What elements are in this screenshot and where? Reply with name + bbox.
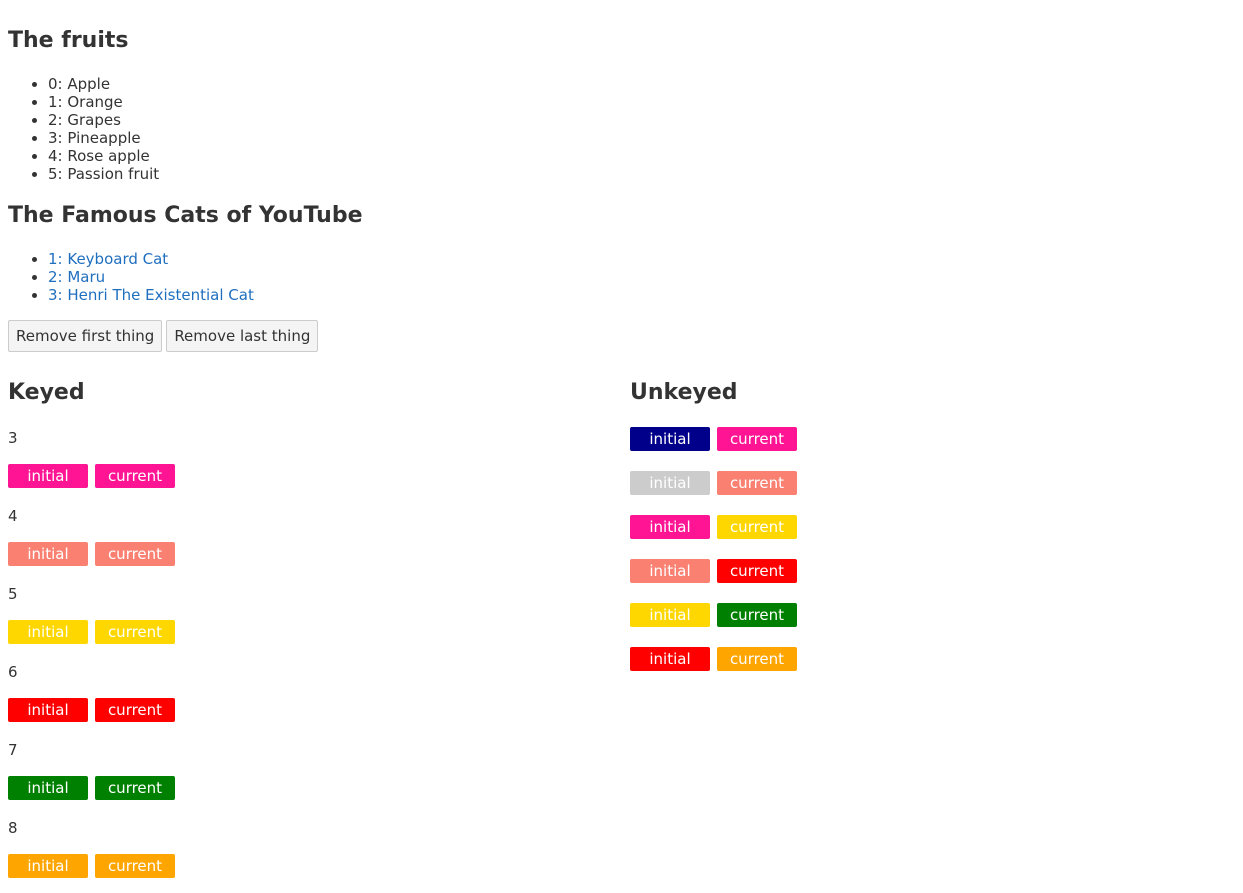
initial-chip: initial [630,647,710,671]
keyed-item: 5 initial current [8,585,608,644]
unkeyed-heading: Unkeyed [630,380,738,405]
initial-chip: initial [8,464,88,488]
cat-list-item: 1: Keyboard Cat [48,250,254,268]
color-chip-row: initial current [8,776,608,800]
initial-chip: initial [630,603,710,627]
keyed-item: 3 initial current [8,429,608,488]
keyed-item: 4 initial current [8,507,608,566]
keyed-item-id: 8 [8,819,18,837]
fruit-list-item: 3: Pineapple [48,129,159,147]
action-buttons: Remove first thing Remove last thing [8,320,319,352]
keyed-item-id: 3 [8,429,18,447]
cat-link[interactable]: 2: Maru [48,268,105,286]
color-chip-row: initial current [630,515,1230,539]
fruit-list-item: 0: Apple [48,75,159,93]
initial-chip: initial [8,776,88,800]
keyed-item: 7 initial current [8,741,608,800]
fruit-list-item: 4: Rose apple [48,147,159,165]
color-chip-row: initial current [630,603,1230,627]
remove-last-button[interactable]: Remove last thing [166,320,319,352]
cat-list-item: 3: Henri The Existential Cat [48,286,254,304]
cats-heading: The Famous Cats of YouTube [8,203,363,228]
color-chip-row: initial current [8,698,608,722]
color-chip-row: initial current [8,542,608,566]
fruit-list-item: 1: Orange [48,93,159,111]
initial-chip: initial [630,471,710,495]
initial-chip: initial [8,854,88,878]
color-chip-row: initial current [630,647,1230,671]
keyed-section: Keyed 3 initial current 4 initial current 5 ini… [8,379,608,878]
color-chip-row: initial current [8,620,608,644]
current-chip: current [95,620,175,644]
cat-link[interactable]: 1: Keyboard Cat [48,250,168,268]
current-chip: current [717,603,797,627]
initial-chip: initial [8,620,88,644]
current-chip: current [95,464,175,488]
current-chip: current [717,559,797,583]
cat-link[interactable]: 3: Henri The Existential Cat [48,286,254,304]
initial-chip: initial [630,427,710,451]
current-chip: current [717,647,797,671]
current-chip: current [717,427,797,451]
initial-chip: initial [8,698,88,722]
current-chip: current [717,515,797,539]
fruit-list-item: 5: Passion fruit [48,165,159,183]
keyed-item: 6 initial current [8,663,608,722]
color-chip-row: initial current [8,854,608,878]
cat-list: 1: Keyboard Cat2: Maru3: Henri The Exist… [8,250,254,304]
current-chip: current [95,854,175,878]
color-chip-row: initial current [8,464,608,488]
initial-chip: initial [8,542,88,566]
cat-list-item: 2: Maru [48,268,254,286]
keyed-heading: Keyed [8,380,85,405]
color-chip-row: initial current [630,471,1230,495]
keyed-item-id: 6 [8,663,18,681]
keyed-item: 8 initial current [8,819,608,878]
current-chip: current [95,542,175,566]
color-chip-row: initial current [630,559,1230,583]
initial-chip: initial [630,515,710,539]
fruit-list: 0: Apple1: Orange2: Grapes3: Pineapple4:… [8,75,159,183]
fruit-list-item: 2: Grapes [48,111,159,129]
keyed-list: 3 initial current 4 initial current 5 initial cu… [8,429,608,878]
unkeyed-list: initial current initial current initial curre… [630,427,1230,671]
color-chip-row: initial current [630,427,1230,451]
current-chip: current [717,471,797,495]
unkeyed-section: Unkeyed initial current initial current init… [630,379,1230,671]
fruits-heading: The fruits [8,28,129,53]
current-chip: current [95,776,175,800]
keyed-item-id: 4 [8,507,18,525]
remove-first-button[interactable]: Remove first thing [8,320,163,352]
current-chip: current [95,698,175,722]
keyed-item-id: 5 [8,585,18,603]
initial-chip: initial [630,559,710,583]
keyed-item-id: 7 [8,741,18,759]
